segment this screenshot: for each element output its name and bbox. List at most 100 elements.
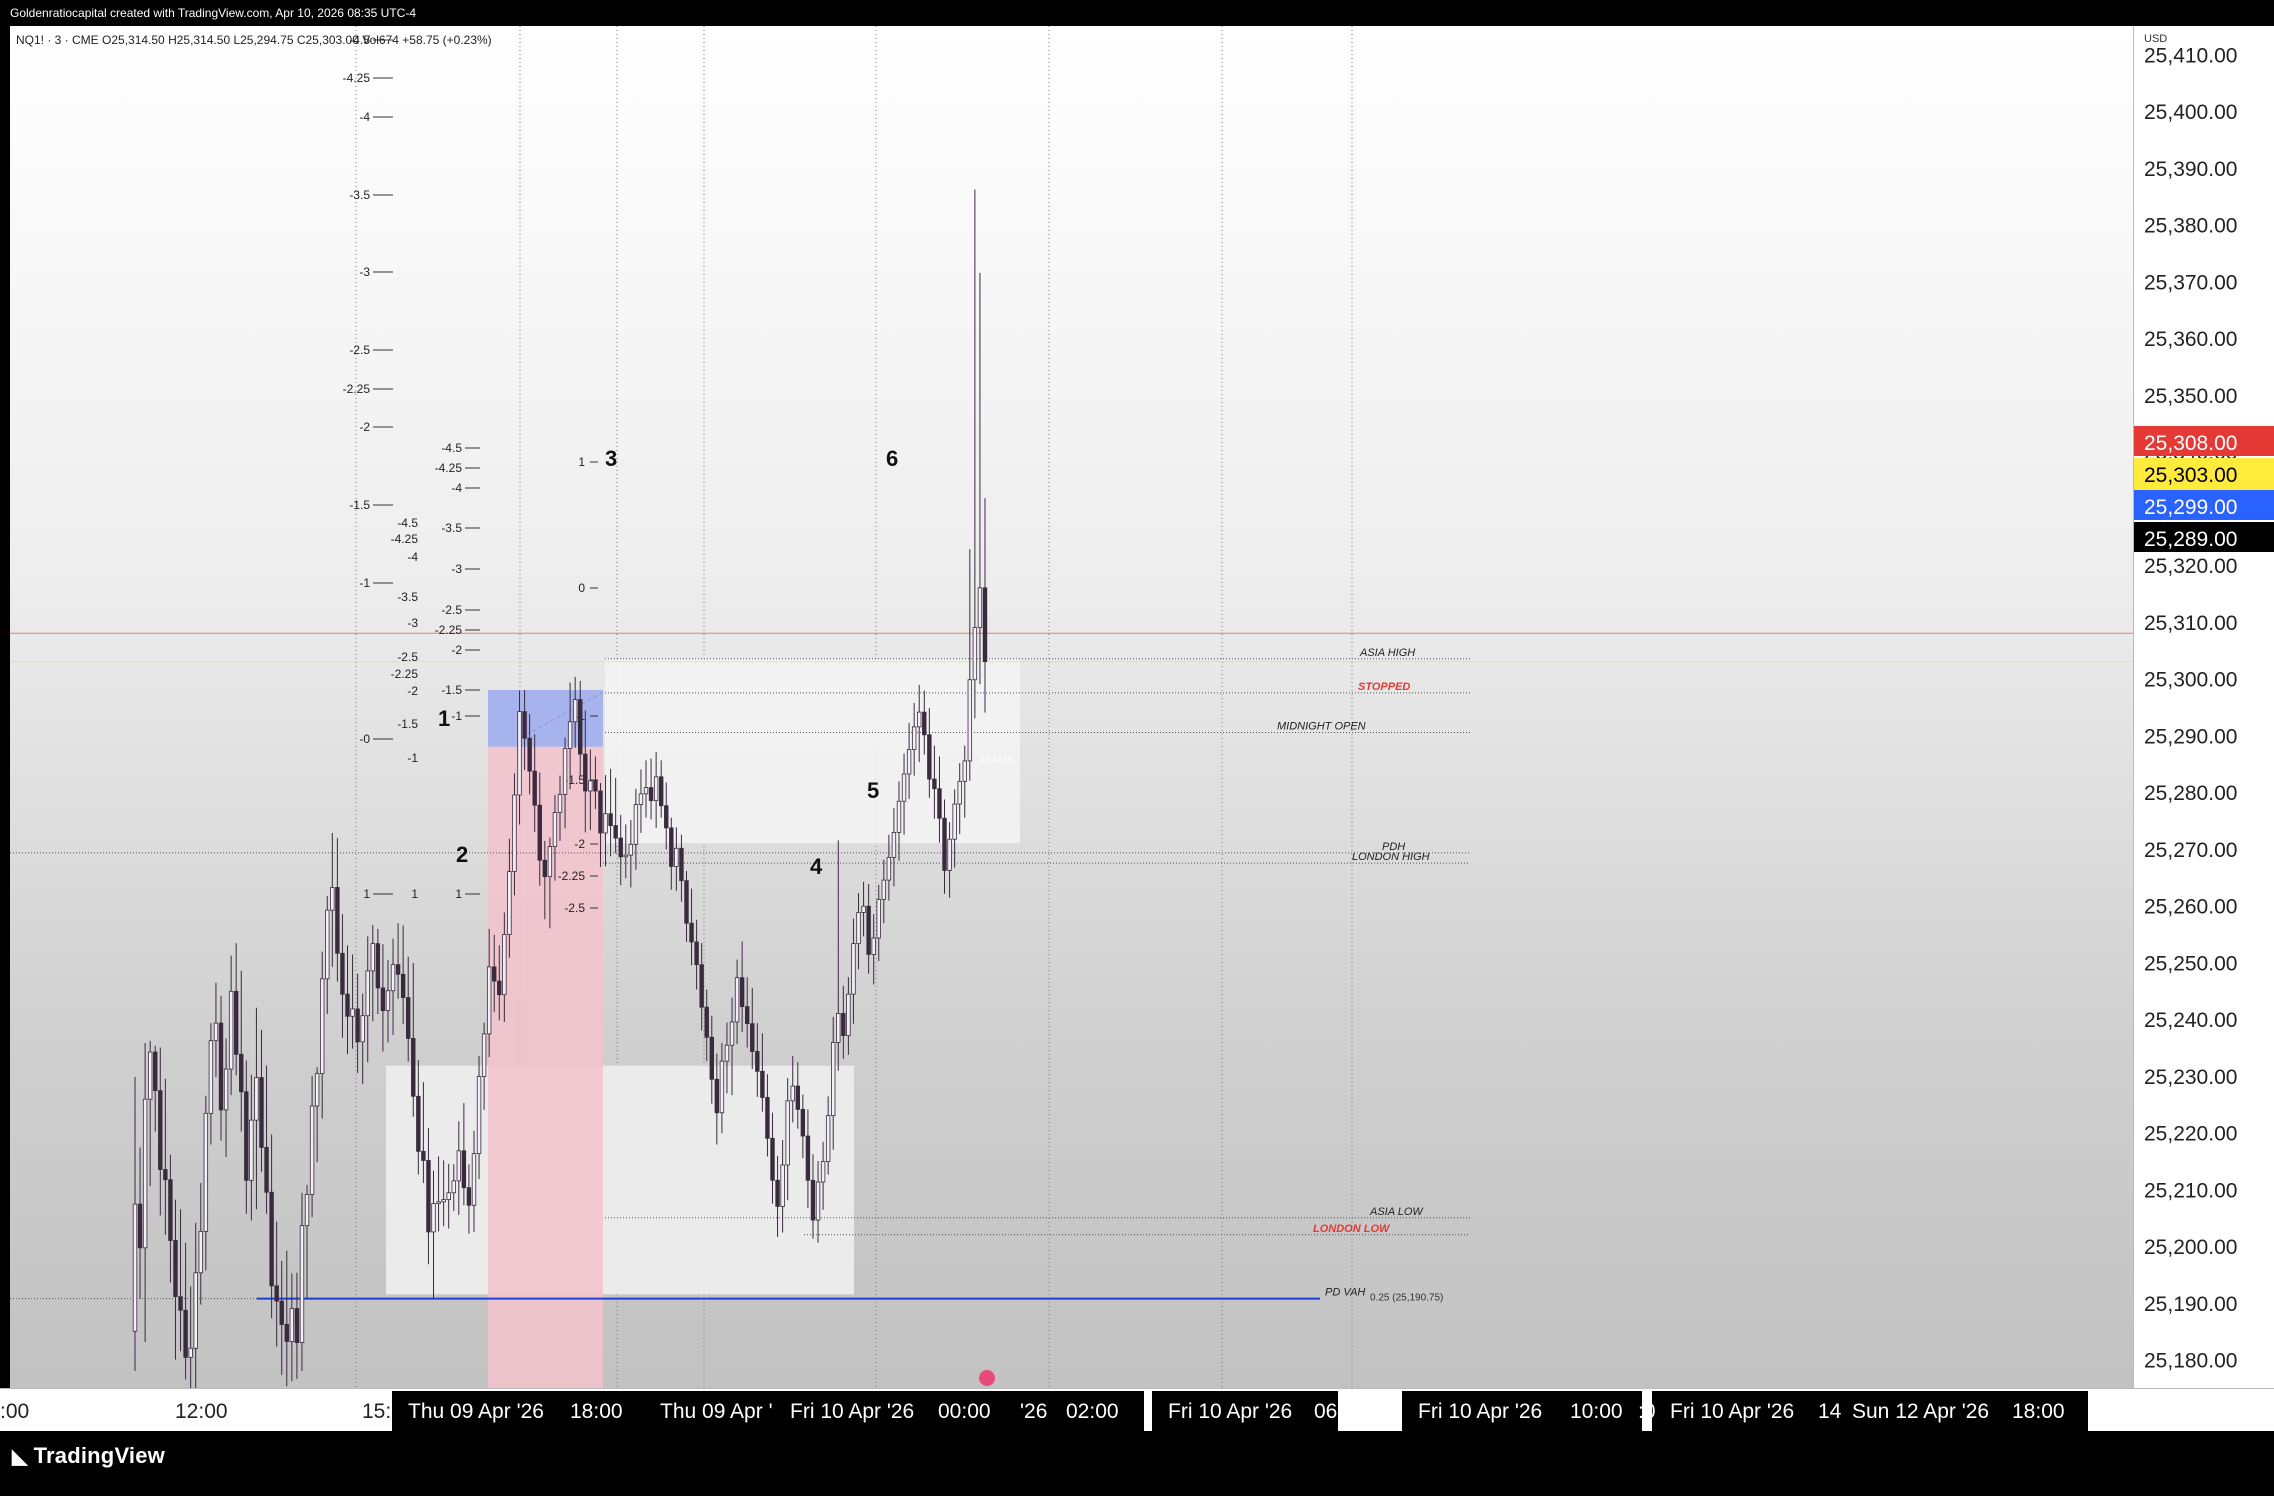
price-tick-label: 25,180.00 bbox=[2144, 1350, 2237, 1373]
candle-body bbox=[557, 793, 563, 813]
candle-body bbox=[249, 1119, 254, 1181]
candle-body bbox=[653, 776, 659, 802]
candle-body bbox=[699, 964, 704, 1008]
candle-body bbox=[593, 780, 598, 792]
candle-body bbox=[729, 1021, 735, 1046]
wave-label-3: 3 bbox=[605, 446, 617, 471]
candle-body bbox=[679, 847, 684, 882]
fib-b-label-8: -1.5 bbox=[441, 683, 462, 697]
candle-body bbox=[562, 748, 568, 795]
candle-body bbox=[335, 887, 340, 954]
candle-body bbox=[709, 1036, 714, 1080]
candle-body bbox=[947, 838, 952, 871]
time-tick-label: 15: bbox=[362, 1400, 391, 1423]
symbol-ohlc: NQ1! · 3 · CME O25,314.50 H25,314.50 L25… bbox=[16, 33, 492, 47]
candle-body bbox=[552, 812, 558, 848]
candle-body bbox=[380, 987, 386, 1012]
time-axis-svg[interactable]: :00 12:00 15: Thu 09 Apr '26 18:00 Thu 09 Apr… bbox=[0, 1389, 2274, 1431]
tradingview-brand: TradingView bbox=[33, 1443, 165, 1468]
price-tick-label: 25,350.00 bbox=[2144, 385, 2237, 408]
time-tick-label: Fri 10 Apr '26 bbox=[1168, 1400, 1292, 1423]
candle-body bbox=[578, 699, 583, 755]
chart-credit-bar: Goldenratiocapital created with TradingV… bbox=[0, 0, 2274, 26]
candle-body bbox=[481, 1033, 487, 1077]
candlestick-chart[interactable]: ASIA HIGHSTOPPEDMIDNIGHT OPENPDHLONDON H… bbox=[10, 26, 2133, 1388]
time-tick-label: :0 bbox=[1638, 1400, 1656, 1423]
price-tick-label: 25,210.00 bbox=[2144, 1179, 2237, 1202]
price-tag-label: 25,303.00 bbox=[2144, 464, 2237, 487]
candle-body bbox=[355, 1008, 360, 1043]
price-tick-label: 25,400.00 bbox=[2144, 101, 2237, 124]
time-tick-label: 00:00 bbox=[938, 1400, 991, 1423]
price-axis[interactable]: USD 25,180.00 25,190.00 25,200.00 25,210.00 2… bbox=[2133, 26, 2274, 1388]
candle-body bbox=[739, 977, 745, 1008]
fib-a-label-6: -2.25 bbox=[343, 382, 371, 396]
candle-body bbox=[896, 800, 902, 833]
candle-body bbox=[385, 990, 391, 1012]
candle-body bbox=[198, 1230, 203, 1274]
candle-body bbox=[608, 813, 613, 827]
level-label: STOPPED bbox=[1358, 681, 1410, 693]
candle-body bbox=[765, 1097, 770, 1139]
candle-body bbox=[320, 978, 325, 1075]
candle-body bbox=[178, 1296, 183, 1311]
price-axis-svg[interactable]: USD 25,180.00 25,190.00 25,200.00 25,210.00 2… bbox=[2134, 26, 2274, 1388]
candle-body bbox=[977, 587, 983, 628]
fib-d-label-6: -2.5 bbox=[564, 901, 585, 915]
candle-body bbox=[522, 711, 527, 739]
time-axis[interactable]: :00 12:00 15: Thu 09 Apr '26 18:00 Thu 09 Apr… bbox=[0, 1388, 2274, 1431]
candle-body bbox=[507, 871, 512, 935]
candle-body bbox=[512, 794, 517, 872]
time-tick-label: Thu 09 Apr '26 bbox=[408, 1400, 544, 1423]
candle-body bbox=[309, 1105, 315, 1195]
candle-body bbox=[375, 943, 381, 989]
candle-body bbox=[876, 898, 881, 939]
candle-body bbox=[244, 1091, 249, 1181]
time-tick-label: Fri 10 Apr '26 bbox=[790, 1400, 914, 1423]
time-tick-label: 18:00 bbox=[2012, 1400, 2065, 1423]
fib-c-label-10: 1 bbox=[411, 887, 418, 901]
candle-body bbox=[922, 711, 927, 736]
candle-body bbox=[664, 805, 669, 829]
fib-d-label-5: -2.25 bbox=[558, 869, 586, 883]
symbol-legend[interactable]: NQ1! · 3 · CME O25,314.50 H25,314.50 L25… bbox=[16, 33, 492, 47]
candle-body bbox=[588, 780, 593, 792]
pd-vah-value-label: 0.25 (25,190.75) bbox=[1370, 1293, 1443, 1304]
candle-body bbox=[750, 1023, 755, 1052]
candle-body bbox=[724, 1044, 730, 1062]
candle-body bbox=[911, 726, 917, 750]
candle-body bbox=[962, 760, 967, 782]
time-tick-label: 18:00 bbox=[570, 1400, 623, 1423]
fib-d-label-1: 0 bbox=[578, 581, 585, 595]
candle-body bbox=[567, 721, 573, 749]
candle-body bbox=[153, 1051, 158, 1092]
candle-body bbox=[952, 803, 957, 840]
chart-plot-area[interactable]: ASIA HIGH STOPPED MIDNIGHT OPEN PDH LONDON H… bbox=[10, 26, 2133, 1388]
candle-body bbox=[719, 1060, 725, 1114]
time-tick-label: 10:00 bbox=[1570, 1400, 1623, 1423]
time-tick-label: '26 bbox=[1020, 1400, 1047, 1423]
candle-body bbox=[416, 1095, 421, 1152]
candle-body bbox=[805, 1135, 811, 1181]
candle-body bbox=[881, 879, 887, 900]
candle-body bbox=[436, 1201, 441, 1204]
candle-body bbox=[942, 817, 947, 871]
candle-body bbox=[810, 1179, 816, 1221]
candle-body bbox=[527, 737, 532, 772]
tradingview-logo[interactable]: ◣ TradingView bbox=[12, 1443, 165, 1469]
candle-body bbox=[395, 964, 401, 975]
fib-b-label-9: -1 bbox=[451, 709, 462, 723]
candle-body bbox=[714, 1078, 720, 1114]
candle-body bbox=[906, 749, 912, 775]
price-tag-label: 25,289.00 bbox=[2144, 528, 2237, 551]
candle-body bbox=[760, 1070, 765, 1098]
level-label: MIDNIGHT OPEN bbox=[1277, 721, 1366, 733]
candle-body bbox=[901, 773, 907, 802]
fib-a-label-2: -4 bbox=[359, 110, 370, 124]
candle-body bbox=[815, 1181, 821, 1221]
candle-body bbox=[532, 770, 537, 806]
candle-body bbox=[502, 934, 507, 996]
candle-body bbox=[223, 1068, 229, 1111]
fib-b-label-0: -4.5 bbox=[441, 441, 462, 455]
fib-b-label-3: -3.5 bbox=[441, 521, 462, 535]
